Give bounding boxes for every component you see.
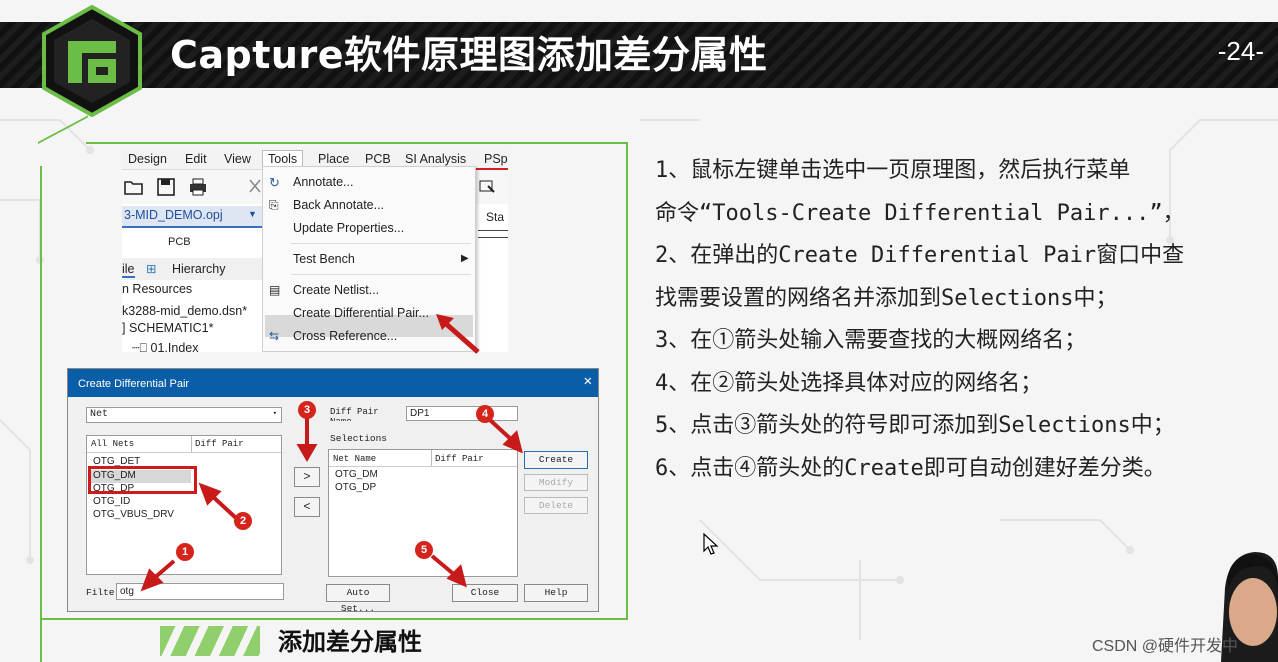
mouse-cursor-icon bbox=[703, 533, 719, 555]
instruction-line: 找需要设置的网络名并添加到Selections中； bbox=[655, 285, 1118, 311]
watermark: CSDN @硬件开发中 bbox=[1092, 638, 1239, 655]
marker-badge-3: 3 bbox=[298, 401, 316, 419]
marker-badge-1: 1 bbox=[176, 543, 194, 561]
instruction-line: 4、在②箭头处选择具体对应的网络名； bbox=[655, 370, 1043, 396]
arrow-3-head bbox=[296, 444, 318, 462]
instruction-line: 命令“Tools-Create Differential Pair...”， bbox=[655, 200, 1185, 226]
instruction-line: 2、在弹出的Create Differential Pair窗口中查 bbox=[655, 243, 1185, 268]
marker-badge-4: 4 bbox=[476, 405, 494, 423]
instruction-line: 3、在①箭头处输入需要查找的大概网络名； bbox=[655, 328, 1087, 353]
marker-badge-5: 5 bbox=[415, 541, 433, 559]
instruction-line: 5、点击③箭头处的符号即可添加到Selections中； bbox=[655, 413, 1175, 438]
marker-badge-2: 2 bbox=[234, 512, 252, 530]
instructions: 1、鼠标左键单击选中一页原理图，然后执行菜单 命令“Tools-Create D… bbox=[655, 150, 1278, 490]
instruction-line: 1、鼠标左键单击选中一页原理图，然后执行菜单 bbox=[655, 158, 1131, 183]
instruction-line: 6、点击④箭头处的Create即可自动创建好差分类。 bbox=[655, 455, 1166, 481]
